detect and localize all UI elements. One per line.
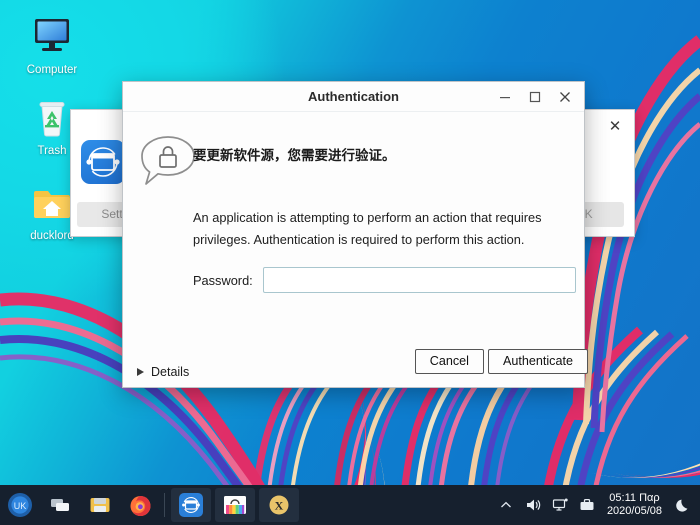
- close-icon[interactable]: [550, 84, 580, 110]
- firefox-icon[interactable]: [120, 485, 160, 525]
- dialog-message: An application is attempting to perform …: [193, 210, 542, 247]
- file-manager-icon[interactable]: [80, 485, 120, 525]
- software-sources-icon: [81, 140, 125, 184]
- chevron-right-icon: [137, 368, 144, 376]
- moon-icon[interactable]: [670, 485, 696, 525]
- taskbar-separator: [164, 493, 165, 517]
- taskbar: UK X 05:11 Παρ 2020/05/08: [0, 485, 700, 525]
- details-label: Details: [151, 365, 190, 379]
- briefcase-icon[interactable]: [574, 485, 601, 525]
- desktop-icon-label: Computer: [26, 64, 78, 76]
- svg-text:X: X: [275, 499, 284, 513]
- maximize-icon[interactable]: [520, 84, 550, 110]
- clock-time: 05:11 Παρ: [609, 492, 660, 504]
- password-input[interactable]: [262, 267, 576, 293]
- system-tray: 05:11 Παρ 2020/05/08: [493, 485, 700, 525]
- cancel-button[interactable]: Cancel: [414, 349, 484, 374]
- minimize-icon[interactable]: [490, 84, 520, 110]
- lock-speech-bubble-icon: [137, 134, 199, 192]
- desktop-screen: Computer Trash ducklord ✕ Authentication…: [0, 0, 700, 525]
- details-expander[interactable]: Details: [137, 365, 189, 379]
- volume-icon[interactable]: [520, 485, 547, 525]
- clock-date: 2020/05/08: [606, 505, 662, 517]
- chevron-up-icon[interactable]: [493, 485, 520, 525]
- ubuntu-kylin-start-icon[interactable]: UK: [0, 485, 40, 525]
- desktop-icon-computer[interactable]: Computer: [4, 14, 100, 77]
- authentication-dialog: Authentication 要更新软件源，您需要进行验证。 An applic…: [122, 81, 588, 388]
- desktop-icon-label: ducklord: [30, 230, 74, 242]
- dialog-titlebar[interactable]: Authentication: [123, 82, 584, 112]
- taskbar-launchers: UK: [0, 485, 169, 525]
- taskbar-clock[interactable]: 05:11 Παρ 2020/05/08: [601, 492, 670, 518]
- network-icon[interactable]: [547, 485, 574, 525]
- software-sources-task-icon[interactable]: [171, 488, 211, 522]
- password-row: Password:: [193, 267, 576, 293]
- dialog-actions: Cancel Authenticate: [414, 349, 588, 374]
- authenticate-button[interactable]: Authenticate: [487, 349, 588, 374]
- window-controls: [490, 82, 580, 112]
- software-center-task-icon[interactable]: [215, 488, 255, 522]
- dialog-body: 要更新软件源，您需要进行验证。 An application is attemp…: [123, 112, 588, 388]
- desktop-icon-label: Trash: [37, 145, 67, 157]
- taskbar-tasks: X: [169, 485, 301, 525]
- xorg-app-task-icon[interactable]: X: [259, 488, 299, 522]
- window-switcher-icon[interactable]: [40, 485, 80, 525]
- close-icon[interactable]: ✕: [606, 118, 624, 136]
- svg-text:UK: UK: [14, 501, 27, 511]
- password-label: Password:: [193, 272, 253, 288]
- dialog-heading: 要更新软件源，您需要进行验证。: [193, 148, 396, 164]
- computer-icon: [4, 14, 100, 60]
